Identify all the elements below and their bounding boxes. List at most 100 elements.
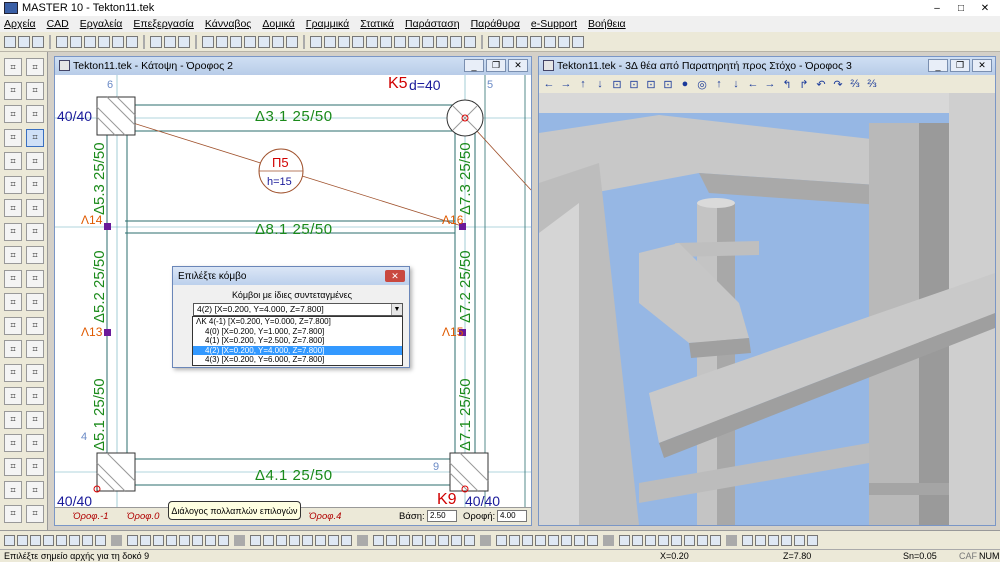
3d-nav-icon[interactable]: → <box>560 78 572 90</box>
drawing-tool-icon[interactable] <box>263 534 274 546</box>
drawing-tool-icon[interactable] <box>30 534 41 546</box>
structural-tool-icon[interactable]: ⌗ <box>26 269 44 288</box>
structural-tool-icon[interactable]: ⌗ <box>26 81 44 100</box>
structural-tool-icon[interactable]: ⌗ <box>26 387 44 405</box>
drawing-tool-icon[interactable] <box>697 534 708 546</box>
foundation-icon[interactable] <box>366 35 378 48</box>
menu-display[interactable]: Παράσταση <box>405 18 460 30</box>
3d-nav-icon[interactable]: ← <box>543 78 555 90</box>
plan-close-button[interactable]: ✕ <box>508 59 528 72</box>
drawing-tool-icon[interactable] <box>684 534 695 546</box>
drawing-tool-icon[interactable] <box>386 534 397 546</box>
structural-tool-icon[interactable]: ⌗ <box>26 504 44 523</box>
chevron-down-icon[interactable]: ▼ <box>391 304 402 315</box>
grid-icon[interactable] <box>178 35 190 48</box>
3d-nav-icon[interactable]: ↰ <box>781 78 793 91</box>
drawing-tool-icon[interactable] <box>671 534 682 546</box>
structural-tool-icon[interactable]: ⌗ <box>4 81 22 100</box>
drawing-tool-icon[interactable] <box>464 534 475 546</box>
drawing-tool-icon[interactable] <box>192 534 203 546</box>
node-option[interactable]: 4(1) [X=0.200, Y=2.500, Z=7.800] <box>193 336 402 346</box>
drawing-tool-icon[interactable] <box>438 534 449 546</box>
line-icon[interactable] <box>202 35 214 48</box>
beam-icon[interactable] <box>324 35 336 48</box>
dimension-icon[interactable] <box>272 35 284 48</box>
drawing-tool-icon[interactable] <box>289 534 300 546</box>
structural-tool-icon[interactable]: ⌗ <box>26 410 44 429</box>
structural-tool-icon[interactable]: ⌗ <box>26 199 44 217</box>
drawing-tool-icon[interactable] <box>399 534 410 546</box>
menu-static[interactable]: Στατικά <box>360 18 394 30</box>
drawing-tool-icon[interactable] <box>69 534 80 546</box>
structural-tool-icon[interactable]: ⌗ <box>26 457 44 476</box>
drawing-tool-icon[interactable] <box>153 534 164 546</box>
calc-icon[interactable] <box>310 35 322 48</box>
menu-help[interactable]: Βοήθεια <box>588 18 626 30</box>
structural-tool-icon[interactable]: ⌗ <box>4 105 22 123</box>
structural-tool-icon[interactable]: ⌗ <box>26 152 44 170</box>
cut-icon[interactable] <box>56 35 68 48</box>
stairs-icon[interactable] <box>380 35 392 48</box>
menu-cad[interactable]: CAD <box>47 18 69 30</box>
structural-tool-icon[interactable]: ⌗ <box>4 457 22 476</box>
menu-structural[interactable]: Δομικά <box>262 18 294 30</box>
drawing-tool-icon[interactable] <box>127 534 138 546</box>
minimize-button[interactable]: – <box>926 1 948 15</box>
structural-tool-icon[interactable]: ⌗ <box>26 340 44 358</box>
structural-tool-icon[interactable]: ⌗ <box>4 128 22 147</box>
3d-nav-icon[interactable]: ↑ <box>577 78 589 90</box>
drawing-tool-icon[interactable] <box>781 534 792 546</box>
structural-tool-icon[interactable]: ⌗ <box>4 434 22 452</box>
paste-icon[interactable] <box>84 35 96 48</box>
3d-nav-icon[interactable]: ↓ <box>730 78 742 90</box>
drawing-tool-icon[interactable] <box>56 534 67 546</box>
pencil-icon[interactable] <box>150 35 162 48</box>
structural-tool-icon[interactable]: ⌗ <box>26 316 44 335</box>
drawing-tool-icon[interactable] <box>205 534 216 546</box>
print-icon[interactable] <box>98 35 110 48</box>
3d-nav-icon[interactable]: ↓ <box>594 78 606 90</box>
structural-tool-icon[interactable]: ⌗ <box>26 246 44 264</box>
print-preview-icon[interactable] <box>572 35 584 48</box>
drawing-tool-icon[interactable] <box>276 534 287 546</box>
node-select-dropdown[interactable]: 4(2) [X=0.200, Y=4.000, Z=7.800] ▼ <box>193 303 403 316</box>
structural-tool-icon[interactable]: ⌗ <box>26 58 44 76</box>
drawing-tool-icon[interactable] <box>315 534 326 546</box>
node-option[interactable]: 4(3) [X=0.200, Y=6.000, Z=7.800] <box>193 355 402 365</box>
drawing-tool-icon[interactable] <box>535 534 546 546</box>
table-icon[interactable] <box>502 35 514 48</box>
structural-tool-icon[interactable]: ⌗ <box>26 363 44 382</box>
reinforcement-icon[interactable] <box>488 35 500 48</box>
menu-windows[interactable]: Παράθυρα <box>471 18 520 30</box>
3d-nav-icon[interactable]: ← <box>747 78 759 90</box>
drawing-tool-icon[interactable] <box>373 534 384 546</box>
structural-tool-icon[interactable]: ⌗ <box>26 481 44 499</box>
structural-tool-icon[interactable]: ⌗ <box>4 363 22 382</box>
structural-tool-icon[interactable]: ⌗ <box>4 504 22 523</box>
3d-nav-icon[interactable]: ↱ <box>798 78 810 91</box>
floor-tab-minus1[interactable]: Όροφ.-1 <box>73 511 109 522</box>
arc-icon[interactable] <box>230 35 242 48</box>
drawing-tool-icon[interactable] <box>328 534 339 546</box>
3d-nav-icon[interactable]: ⊡ <box>611 78 623 91</box>
3d-nav-icon[interactable]: ● <box>679 78 691 90</box>
hand-icon[interactable] <box>544 35 556 48</box>
wall-icon[interactable] <box>394 35 406 48</box>
node-option[interactable]: 4(0) [X=0.200, Y=1.000, Z=7.800] <box>193 327 402 337</box>
3d-nav-icon[interactable]: ↷ <box>832 78 844 91</box>
structural-tool-icon[interactable]: ⌗ <box>26 128 44 147</box>
column-icon[interactable] <box>338 35 350 48</box>
drawing-tool-icon[interactable] <box>250 534 261 546</box>
3d-minimize-button[interactable]: _ <box>928 59 948 72</box>
3d-nav-icon[interactable]: ⊡ <box>662 78 674 91</box>
drawing-tool-icon[interactable] <box>302 534 313 546</box>
menu-linear[interactable]: Γραμμικά <box>306 18 349 30</box>
menu-edit[interactable]: Επεξεργασία <box>133 18 194 30</box>
structural-tool-icon[interactable]: ⌗ <box>4 246 22 264</box>
slab-icon[interactable] <box>352 35 364 48</box>
results-icon[interactable] <box>436 35 448 48</box>
drawing-tool-icon[interactable] <box>742 534 753 546</box>
3d-nav-icon[interactable]: ↶ <box>815 78 827 91</box>
drawing-tool-icon[interactable] <box>95 534 106 546</box>
drawing-tool-icon[interactable] <box>82 534 93 546</box>
